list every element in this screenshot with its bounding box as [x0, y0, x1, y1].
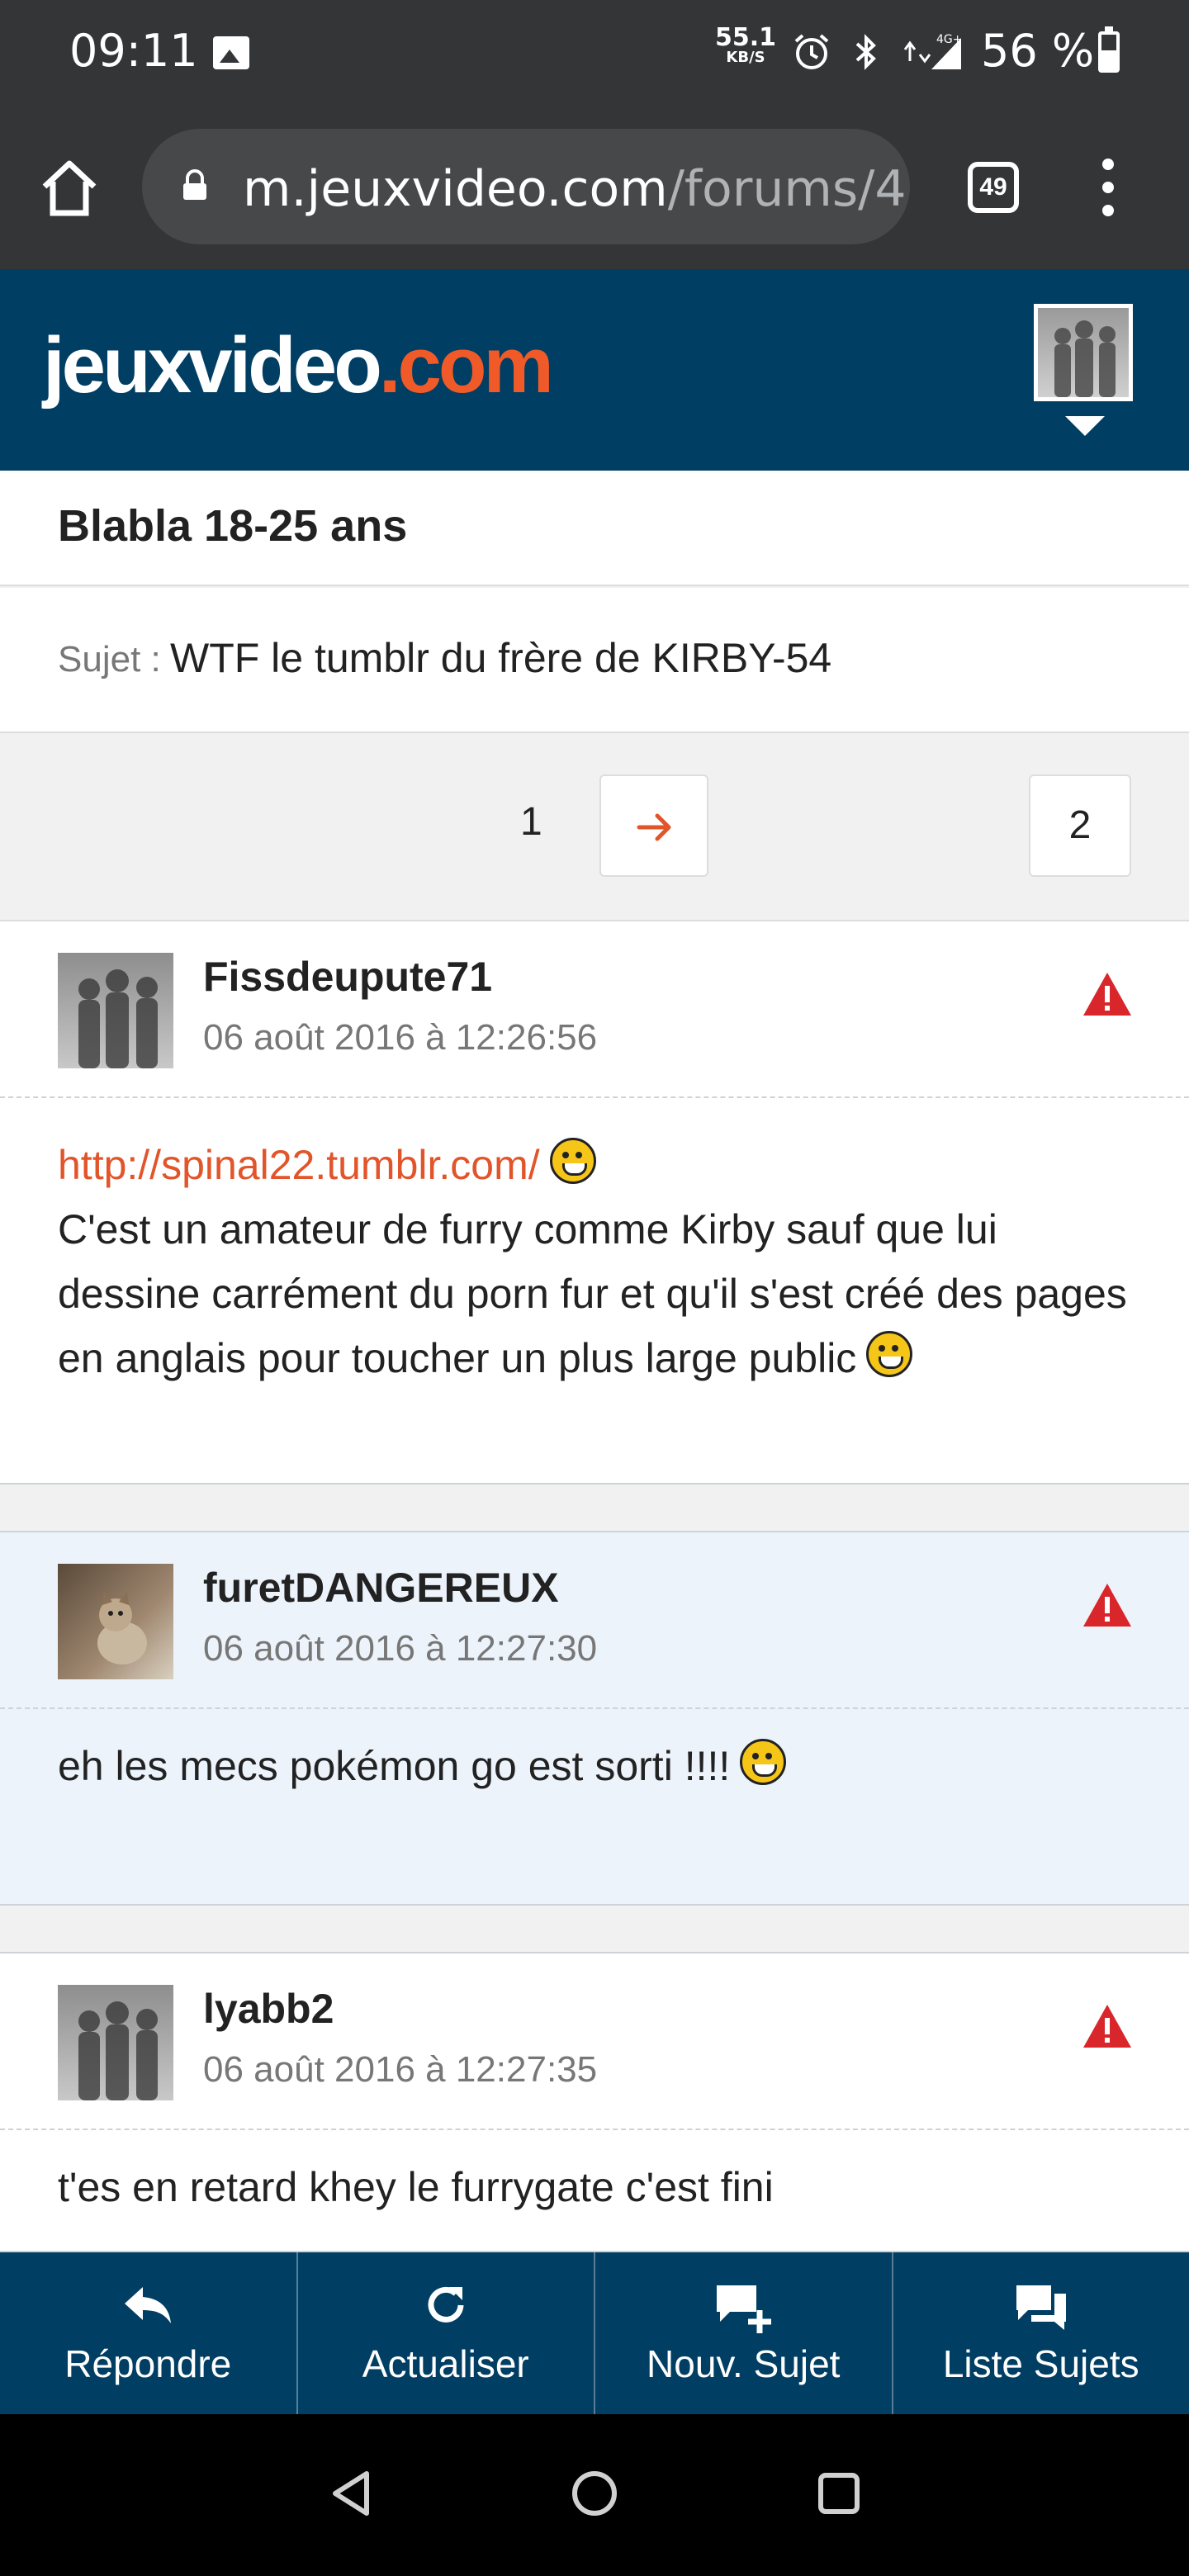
bluetooth-icon: [855, 34, 876, 70]
alert-icon[interactable]: [1082, 1582, 1133, 1628]
action-bar: Répondre Actualiser Nouv. Sujet Liste Su…: [0, 2252, 1189, 2414]
post: furetDANGEREUX 06 août 2016 à 12:27:30 e…: [0, 1531, 1189, 1906]
post: lyabb2 06 août 2016 à 12:27:35 t'es en r…: [0, 1952, 1189, 2252]
reply-label: Répondre: [64, 2342, 232, 2385]
post-header: lyabb2 06 août 2016 à 12:27:35: [0, 1953, 1189, 2130]
user-avatar[interactable]: [1034, 304, 1133, 401]
kitten-avatar-icon: [97, 1592, 147, 1664]
back-icon[interactable]: [325, 2467, 378, 2520]
subject-label: Sujet :: [58, 639, 161, 680]
tab-switcher-button[interactable]: 49: [968, 162, 1019, 213]
forum-header: Blabla 18-25 ans: [0, 471, 1189, 586]
next-page-button[interactable]: [599, 774, 708, 877]
refresh-button[interactable]: Actualiser: [298, 2252, 595, 2414]
browser-menu-icon[interactable]: [1098, 159, 1118, 216]
topic-list-icon: [1016, 2285, 1066, 2330]
new-topic-label: Nouv. Sujet: [647, 2342, 841, 2385]
battery-level: 56 %: [981, 25, 1095, 77]
home-icon[interactable]: [36, 155, 102, 221]
silhouette-avatar-icon: [1054, 320, 1116, 397]
recents-icon[interactable]: [812, 2467, 865, 2520]
author-name[interactable]: Fissdeupute71: [203, 953, 492, 1001]
status-bar: 09:11 55.1 KB/S 4G+ 56 %: [0, 0, 1189, 106]
alert-icon[interactable]: [1082, 971, 1133, 1017]
topic-list-button[interactable]: Liste Sujets: [893, 2252, 1189, 2414]
arrow-right-icon: [637, 813, 671, 841]
post-text: C'est un amateur de furry comme Kirby sa…: [58, 1206, 1127, 1381]
silhouette-avatar-icon: [78, 2001, 158, 2100]
subject-bar: Sujet : WTF le tumblr du frère de KIRBY-…: [0, 588, 1189, 733]
post-content: t'es en retard khey le furrygate c'est f…: [58, 2155, 1131, 2219]
post-text: eh les mecs pokémon go est sorti !!!!: [58, 1743, 731, 1789]
new-topic-button[interactable]: Nouv. Sujet: [595, 2252, 893, 2414]
post-text: t'es en retard khey le furrygate c'est f…: [58, 2164, 774, 2210]
logo-suffix: .com: [378, 321, 554, 410]
post-date[interactable]: 06 août 2016 à 12:26:56: [203, 1017, 597, 1058]
site-header: jeuxvideo.com: [0, 269, 1189, 471]
forum-title[interactable]: Blabla 18-25 ans: [58, 500, 407, 552]
lock-icon: [183, 169, 206, 200]
author-avatar[interactable]: [58, 1985, 173, 2100]
url-host: m.jeuxvideo.com: [243, 160, 668, 218]
alert-icon[interactable]: [1082, 2003, 1133, 2049]
post-date[interactable]: 06 août 2016 à 12:27:30: [203, 1628, 597, 1669]
signal-icon: 4G+: [903, 33, 963, 69]
last-page-button[interactable]: 2: [1029, 774, 1131, 877]
smiley-icon: [740, 1739, 787, 1785]
post: Fissdeupute71 06 août 2016 à 12:26:56 ht…: [0, 921, 1189, 1485]
post-date[interactable]: 06 août 2016 à 12:27:35: [203, 2049, 597, 2091]
logo-main: jeuxvideo: [43, 321, 382, 410]
alarm-icon: [794, 34, 829, 69]
url-text: m.jeuxvideo.com/forums/4: [243, 160, 907, 218]
topic-list-label: Liste Sujets: [942, 2342, 1139, 2385]
battery-icon: [1098, 26, 1120, 73]
home-circle-icon[interactable]: [568, 2467, 621, 2520]
post-content: http://spinal22.tumblr.com/ C'est un ama…: [58, 1133, 1131, 1390]
pagination: 1 2: [0, 733, 1189, 921]
image-notification-icon: [213, 36, 249, 69]
reply-button[interactable]: Répondre: [0, 2252, 298, 2414]
post-header: Fissdeupute71 06 août 2016 à 12:26:56: [0, 921, 1189, 1098]
reply-icon: [125, 2287, 172, 2323]
refresh-label: Actualiser: [362, 2342, 529, 2385]
clock: 09:11: [69, 25, 198, 77]
smiley-icon: [549, 1138, 596, 1184]
network-speed: 55.1 KB/S: [715, 23, 777, 66]
author-name[interactable]: lyabb2: [203, 1985, 334, 2033]
url-path: /forums/4: [667, 160, 907, 218]
refresh-icon: [428, 2286, 464, 2323]
address-bar[interactable]: m.jeuxvideo.com/forums/4: [142, 129, 910, 244]
system-nav-bar: [0, 2414, 1189, 2576]
account-dropdown-icon[interactable]: [1065, 416, 1105, 436]
author-name[interactable]: furetDANGEREUX: [203, 1564, 559, 1612]
new-topic-icon: [717, 2285, 772, 2333]
author-avatar[interactable]: [58, 953, 173, 1068]
laughing-smiley-icon: [866, 1331, 913, 1377]
site-logo[interactable]: jeuxvideo.com: [43, 320, 554, 411]
subject-title: WTF le tumblr du frère de KIRBY-54: [170, 635, 832, 681]
post-header: furetDANGEREUX 06 août 2016 à 12:27:30: [0, 1532, 1189, 1709]
browser-toolbar: m.jeuxvideo.com/forums/4 49: [0, 106, 1189, 269]
post-link[interactable]: http://spinal22.tumblr.com/: [58, 1142, 540, 1188]
current-page: 1: [520, 800, 542, 844]
author-avatar[interactable]: [58, 1564, 173, 1679]
post-content: eh les mecs pokémon go est sorti !!!!: [58, 1734, 1131, 1798]
silhouette-avatar-icon: [78, 969, 158, 1068]
